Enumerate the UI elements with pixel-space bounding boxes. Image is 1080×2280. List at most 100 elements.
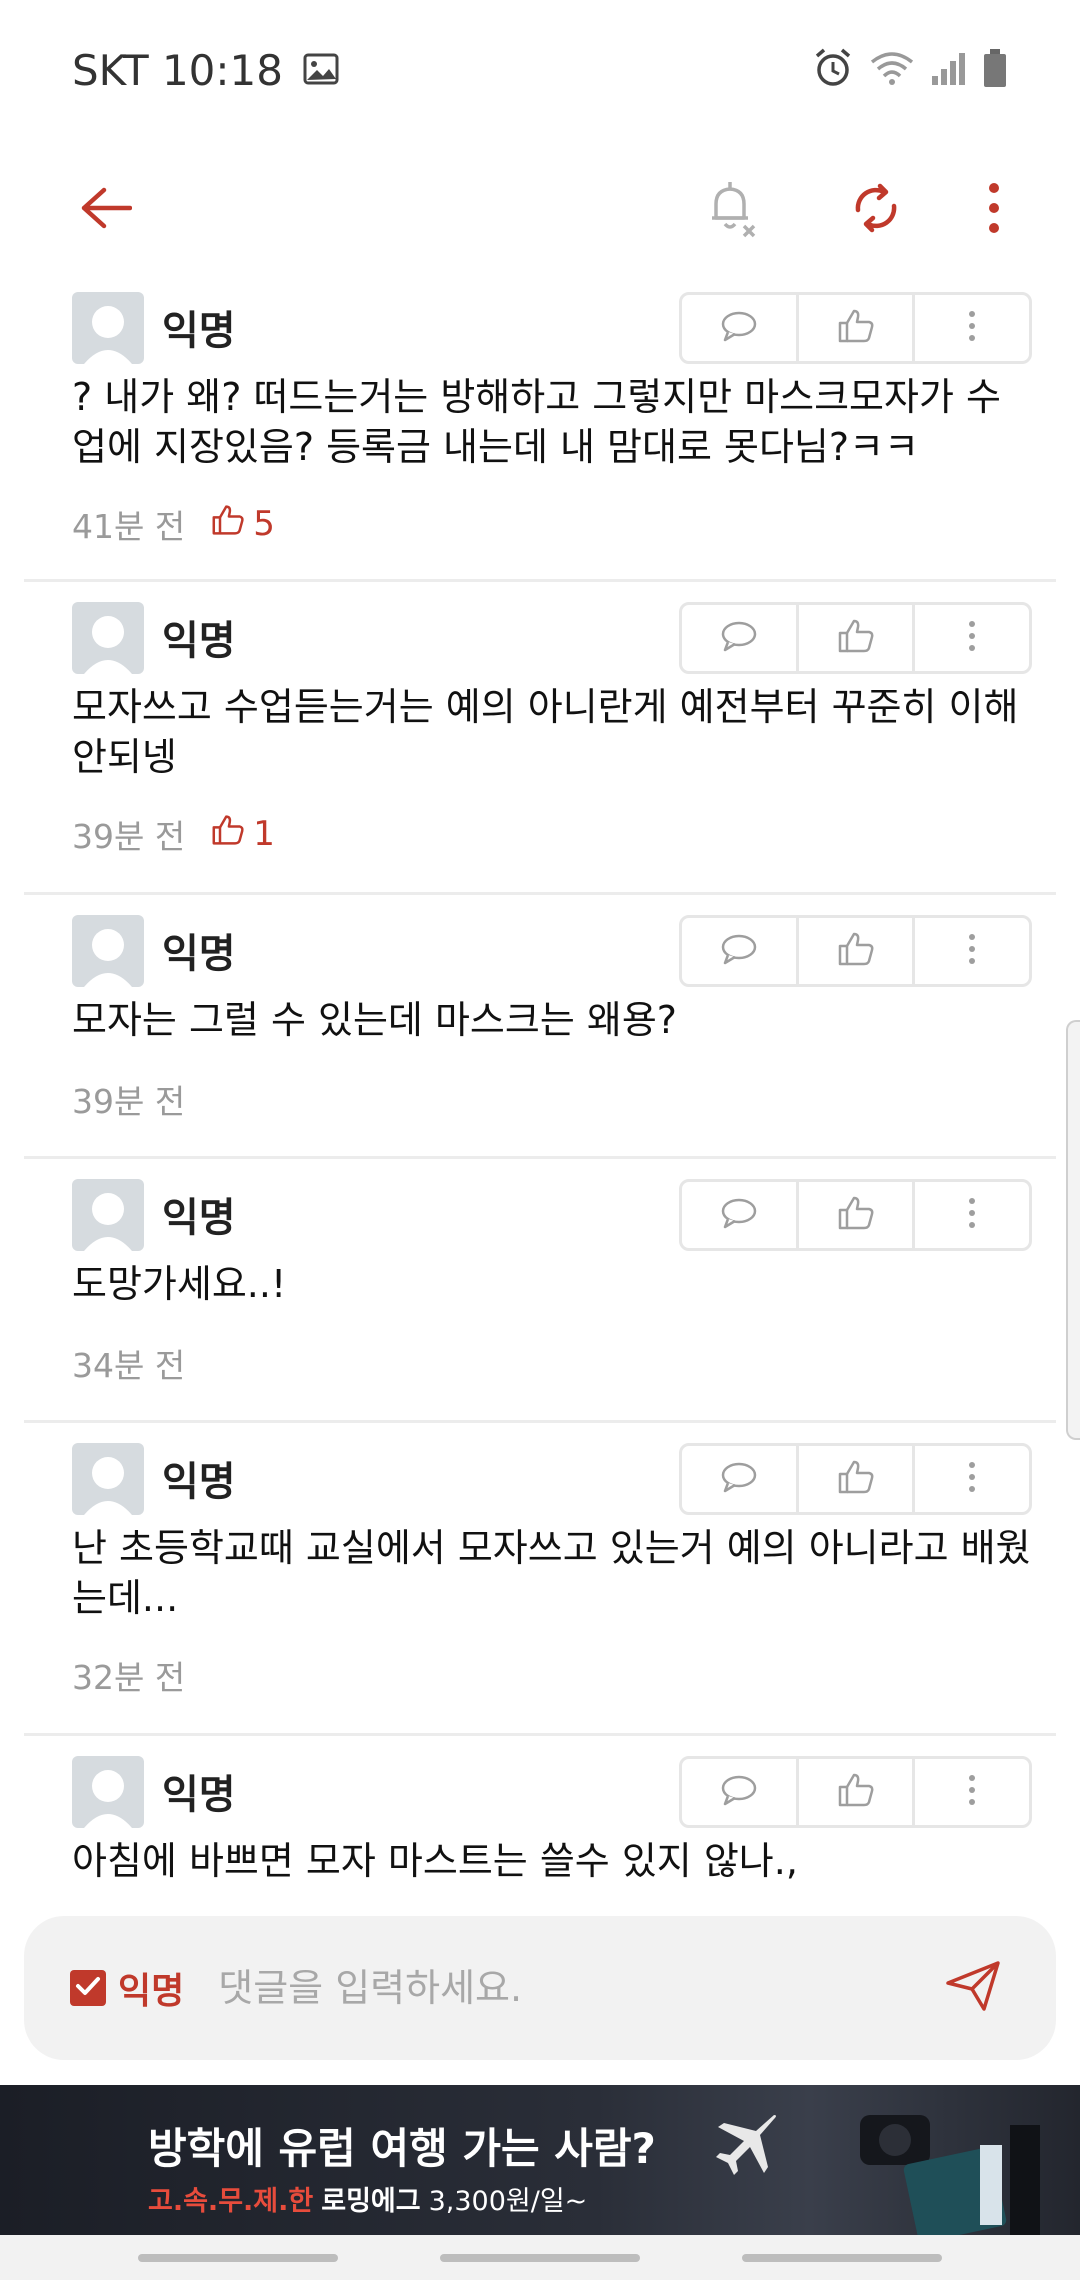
comment-time: 39분 전	[72, 817, 186, 856]
alarm-icon	[812, 47, 854, 93]
thumbs-up-icon	[211, 814, 245, 855]
comment-text: 도망가세요..!	[72, 1262, 287, 1306]
reply-button[interactable]	[682, 1182, 799, 1248]
scrollbar-thumb[interactable]	[1066, 1020, 1080, 1440]
anonymous-checkbox[interactable]	[70, 1970, 106, 2006]
travel-items-icon	[850, 2105, 1050, 2235]
thumbs-up-icon	[837, 931, 875, 971]
like-button[interactable]	[799, 918, 916, 984]
like-count-value: 1	[253, 814, 275, 854]
comment-actions	[679, 1443, 1032, 1515]
comment-author: 익명	[162, 1772, 236, 1818]
more-vertical-icon	[968, 310, 976, 346]
more-vertical-icon	[968, 620, 976, 656]
comment-more-button[interactable]	[915, 1446, 1029, 1512]
thumbs-up-icon	[837, 308, 875, 348]
comment-actions	[679, 602, 1032, 674]
thumbs-up-icon	[837, 1459, 875, 1499]
comment-more-button[interactable]	[915, 1759, 1029, 1825]
avatar	[72, 1756, 144, 1828]
nav-home-button[interactable]	[440, 2254, 640, 2262]
reply-button[interactable]	[682, 295, 799, 361]
like-button[interactable]	[799, 605, 916, 671]
thumbs-up-icon	[211, 504, 245, 545]
comment-item: 익명 모자쓰고 수업듣는거는 예의 아니란게 예전부터 꾸준히 이해안되넹 39…	[24, 582, 1056, 895]
comment-item: 익명 난 초등학교때 교실에서 모자쓰고 있는거 예의 아니라고 배웠는데...…	[24, 1423, 1056, 1736]
comment-author: 익명	[162, 1459, 236, 1505]
image-icon	[303, 46, 339, 95]
like-button[interactable]	[799, 1759, 916, 1825]
toolbar	[0, 140, 1080, 280]
comment-text: 아침에 바쁘면 모자 마스트는 쓸수 있지 않나.,	[72, 1839, 798, 1883]
comment-input[interactable]	[218, 1966, 938, 2010]
avatar	[72, 602, 144, 674]
reply-button[interactable]	[682, 1759, 799, 1825]
ad-title: 방학에 유럽 여행 가는 사람?	[148, 2124, 656, 2173]
comment-item: 익명 ? 내가 왜? 떠드는거는 방해하고 그렇지만 마스크모자가 수업에 지장…	[24, 280, 1056, 582]
reply-bubble-icon	[720, 620, 758, 656]
comment-meta: 39분 전	[72, 1075, 185, 1123]
navigation-bar	[0, 2235, 1080, 2280]
comment-meta: 34분 전	[72, 1339, 185, 1387]
comment-list[interactable]: 익명 ? 내가 왜? 떠드는거는 방해하고 그렇지만 마스크모자가 수업에 지장…	[24, 280, 1056, 1890]
send-icon	[944, 1959, 1002, 2017]
avatar	[72, 292, 144, 364]
ad-subtitle: 고.속.무.제.한 로밍에그 3,300원/일~	[148, 2179, 587, 2218]
comment-more-button[interactable]	[915, 605, 1029, 671]
avatar	[72, 1179, 144, 1251]
refresh-icon	[848, 180, 904, 240]
thumbs-up-icon	[837, 1772, 875, 1812]
reply-button[interactable]	[682, 1446, 799, 1512]
refresh-button[interactable]	[836, 170, 916, 250]
nav-recents-button[interactable]	[138, 2254, 338, 2262]
comment-item: 익명 모자는 그럴 수 있는데 마스크는 왜용? 39분 전	[24, 895, 1056, 1159]
like-button[interactable]	[799, 1182, 916, 1248]
like-button[interactable]	[799, 295, 916, 361]
wifi-icon	[868, 48, 916, 92]
more-vertical-icon	[986, 182, 1002, 238]
notification-toggle-button[interactable]	[692, 170, 772, 250]
reply-bubble-icon	[720, 310, 758, 346]
more-vertical-icon	[968, 1197, 976, 1233]
comment-more-button[interactable]	[915, 918, 1029, 984]
comment-actions	[679, 1756, 1032, 1828]
ad-banner[interactable]: 방학에 유럽 여행 가는 사람? 고.속.무.제.한 로밍에그 3,300원/일…	[0, 2085, 1080, 2235]
comment-author: 익명	[162, 931, 236, 977]
reply-bubble-icon	[720, 1774, 758, 1810]
status-bar: SKT 10:18	[0, 0, 1080, 140]
comment-time: 32분 전	[72, 1658, 186, 1697]
avatar	[72, 915, 144, 987]
more-options-button[interactable]	[954, 170, 1034, 250]
like-count: 1	[211, 814, 275, 855]
comment-author: 익명	[162, 618, 236, 664]
like-button[interactable]	[799, 1446, 916, 1512]
airplane-icon	[712, 2111, 782, 2185]
like-count: 5	[211, 504, 275, 545]
comment-author: 익명	[162, 308, 236, 354]
nav-back-button[interactable]	[742, 2254, 942, 2262]
signal-icon	[930, 50, 968, 90]
back-button[interactable]	[66, 170, 146, 250]
comment-text: 모자쓰고 수업듣는거는 예의 아니란게 예전부터 꾸준히 이해안되넹	[72, 685, 1019, 779]
comment-time: 39분 전	[72, 1082, 186, 1121]
ad-price-text: 3,300원/일~	[428, 2186, 588, 2217]
anonymous-label: 익명	[118, 1971, 185, 2012]
reply-bubble-icon	[720, 1461, 758, 1497]
comment-time: 41분 전	[72, 507, 186, 546]
reply-button[interactable]	[682, 918, 799, 984]
comment-author: 익명	[162, 1195, 236, 1241]
thumbs-up-icon	[837, 618, 875, 658]
comment-actions	[679, 915, 1032, 987]
send-button[interactable]	[938, 1953, 1008, 2023]
comment-more-button[interactable]	[915, 295, 1029, 361]
avatar	[72, 1443, 144, 1515]
checkmark-icon	[75, 1975, 101, 2001]
comment-meta: 32분 전	[72, 1651, 185, 1699]
comment-more-button[interactable]	[915, 1182, 1029, 1248]
battery-icon	[982, 48, 1008, 92]
comment-text: ? 내가 왜? 떠드는거는 방해하고 그렇지만 마스크모자가 수업에 지장있음?…	[72, 375, 1001, 469]
thumbs-up-icon	[837, 1195, 875, 1235]
comment-item: 익명 도망가세요..! 34분 전	[24, 1159, 1056, 1423]
comment-actions	[679, 1179, 1032, 1251]
reply-button[interactable]	[682, 605, 799, 671]
